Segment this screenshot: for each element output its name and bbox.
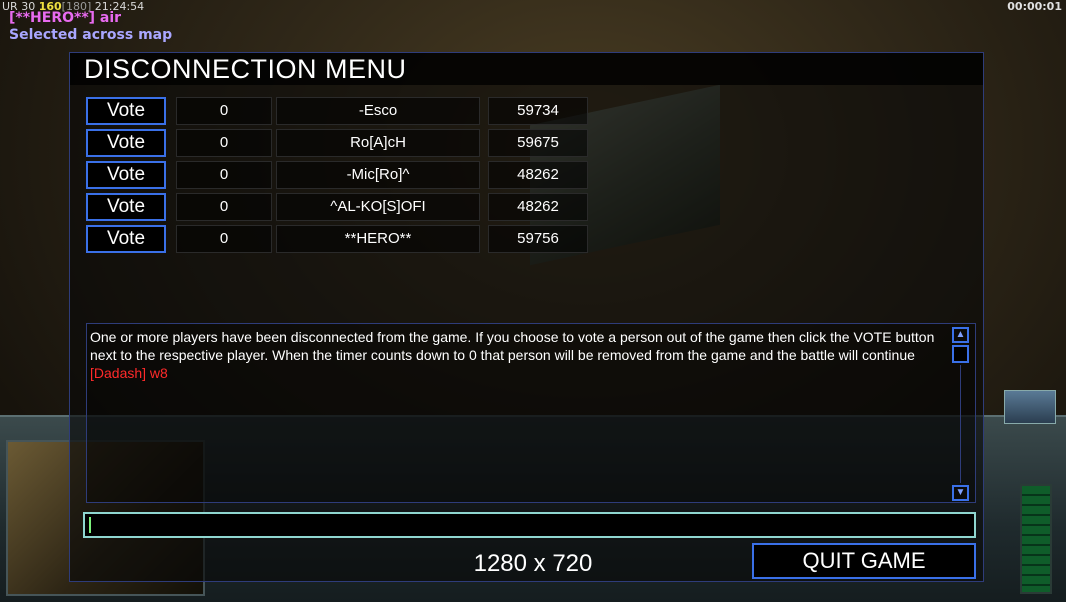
chat-message-line: [**HERO**] air (9, 10, 122, 26)
vote-count: 0 (176, 193, 272, 221)
message-text-area: One or more players have been disconnect… (90, 328, 948, 382)
vote-button[interactable]: Vote (86, 161, 166, 189)
vote-count: 0 (176, 129, 272, 157)
player-timer: 48262 (488, 193, 588, 221)
vote-count: 0 (176, 97, 272, 125)
scroll-track (960, 365, 961, 483)
chat-input[interactable] (83, 512, 976, 538)
dialog-title: DISCONNECTION MENU (70, 53, 983, 85)
unit-portrait (1004, 390, 1056, 424)
chat-message: [Dadash] w8 (90, 365, 168, 381)
player-name: ^AL-KO[S]OFI (276, 193, 480, 221)
vote-count: 0 (176, 225, 272, 253)
vote-button[interactable]: Vote (86, 225, 166, 253)
disconnection-dialog: DISCONNECTION MENU Vote 0 -Esco 59734 Vo… (69, 52, 984, 582)
vote-button[interactable]: Vote (86, 97, 166, 125)
disconnect-message: One or more players have been disconnect… (90, 329, 935, 363)
scroll-up-icon[interactable]: ▲ (952, 327, 969, 343)
player-name: -Esco (276, 97, 480, 125)
vote-button[interactable]: Vote (86, 193, 166, 221)
player-timer: 48262 (488, 161, 588, 189)
text-caret (89, 517, 91, 533)
resolution-label: 1280 x 720 (473, 550, 593, 577)
scroll-thumb[interactable] (952, 345, 969, 363)
vote-count: 0 (176, 161, 272, 189)
player-name: **HERO** (276, 225, 480, 253)
player-name: -Mic[Ro]^ (276, 161, 480, 189)
scroll-down-icon[interactable]: ▼ (952, 485, 969, 501)
vote-button[interactable]: Vote (86, 129, 166, 157)
message-scrollbar[interactable]: ▲ ▼ (952, 327, 969, 501)
game-clock: 00:00:01 (1007, 0, 1062, 13)
message-log: One or more players have been disconnect… (86, 323, 976, 503)
system-message-line: Selected across map (9, 27, 173, 43)
player-timer: 59734 (488, 97, 588, 125)
player-timer: 59675 (488, 129, 588, 157)
player-timer: 59756 (488, 225, 588, 253)
player-name: Ro[A]cH (276, 129, 480, 157)
